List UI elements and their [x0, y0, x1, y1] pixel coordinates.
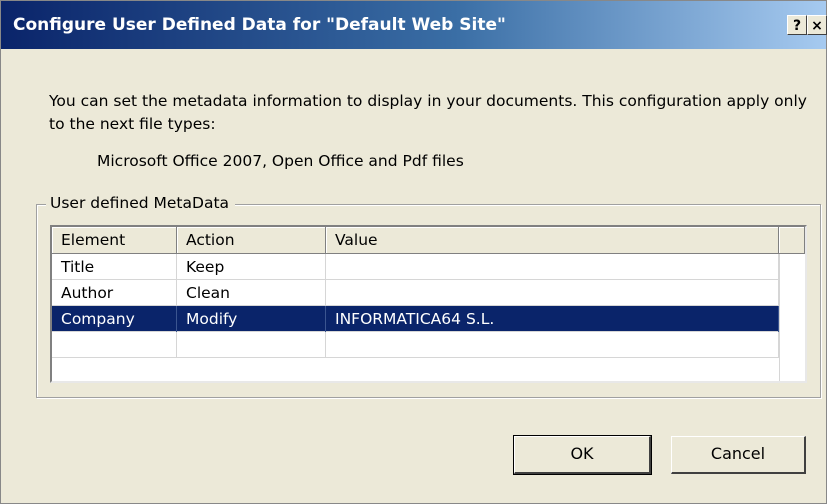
close-icon[interactable]: × — [807, 15, 827, 35]
cell-action: Modify — [177, 306, 326, 332]
cell-value: INFORMATICA64 S.L. — [326, 306, 779, 332]
column-header-value[interactable]: Value — [326, 227, 779, 254]
cell-action — [177, 332, 326, 358]
groupbox-label: User defined MetaData — [46, 194, 236, 212]
column-divider — [779, 254, 780, 381]
cell-action: Clean — [177, 280, 326, 306]
help-icon[interactable]: ? — [787, 15, 807, 35]
cell-element — [52, 332, 177, 358]
column-header-filler — [779, 227, 805, 254]
table-row-selected[interactable]: Company Modify INFORMATICA64 S.L. — [52, 306, 779, 332]
ok-button[interactable]: OK — [513, 435, 652, 475]
cell-value — [326, 280, 779, 306]
cell-value — [326, 332, 779, 358]
metadata-listview[interactable]: Element Action Value Title Keep Author C… — [50, 225, 807, 383]
cell-value — [326, 254, 779, 280]
cell-action: Keep — [177, 254, 326, 280]
cancel-button[interactable]: Cancel — [671, 436, 806, 474]
table-row-empty[interactable] — [52, 332, 779, 358]
window-title: Configure User Defined Data for "Default… — [13, 15, 506, 35]
table-row[interactable]: Title Keep — [52, 254, 779, 280]
file-types-text: Microsoft Office 2007, Open Office and P… — [97, 152, 464, 170]
cell-element: Author — [52, 280, 177, 306]
table-row[interactable]: Author Clean — [52, 280, 779, 306]
listview-header: Element Action Value — [52, 227, 805, 254]
column-header-element[interactable]: Element — [52, 227, 177, 254]
column-header-action[interactable]: Action — [177, 227, 326, 254]
cell-element: Title — [52, 254, 177, 280]
title-bar[interactable]: Configure User Defined Data for "Default… — [1, 1, 827, 49]
cell-element: Company — [52, 306, 177, 332]
description-text: You can set the metadata information to … — [49, 92, 807, 133]
